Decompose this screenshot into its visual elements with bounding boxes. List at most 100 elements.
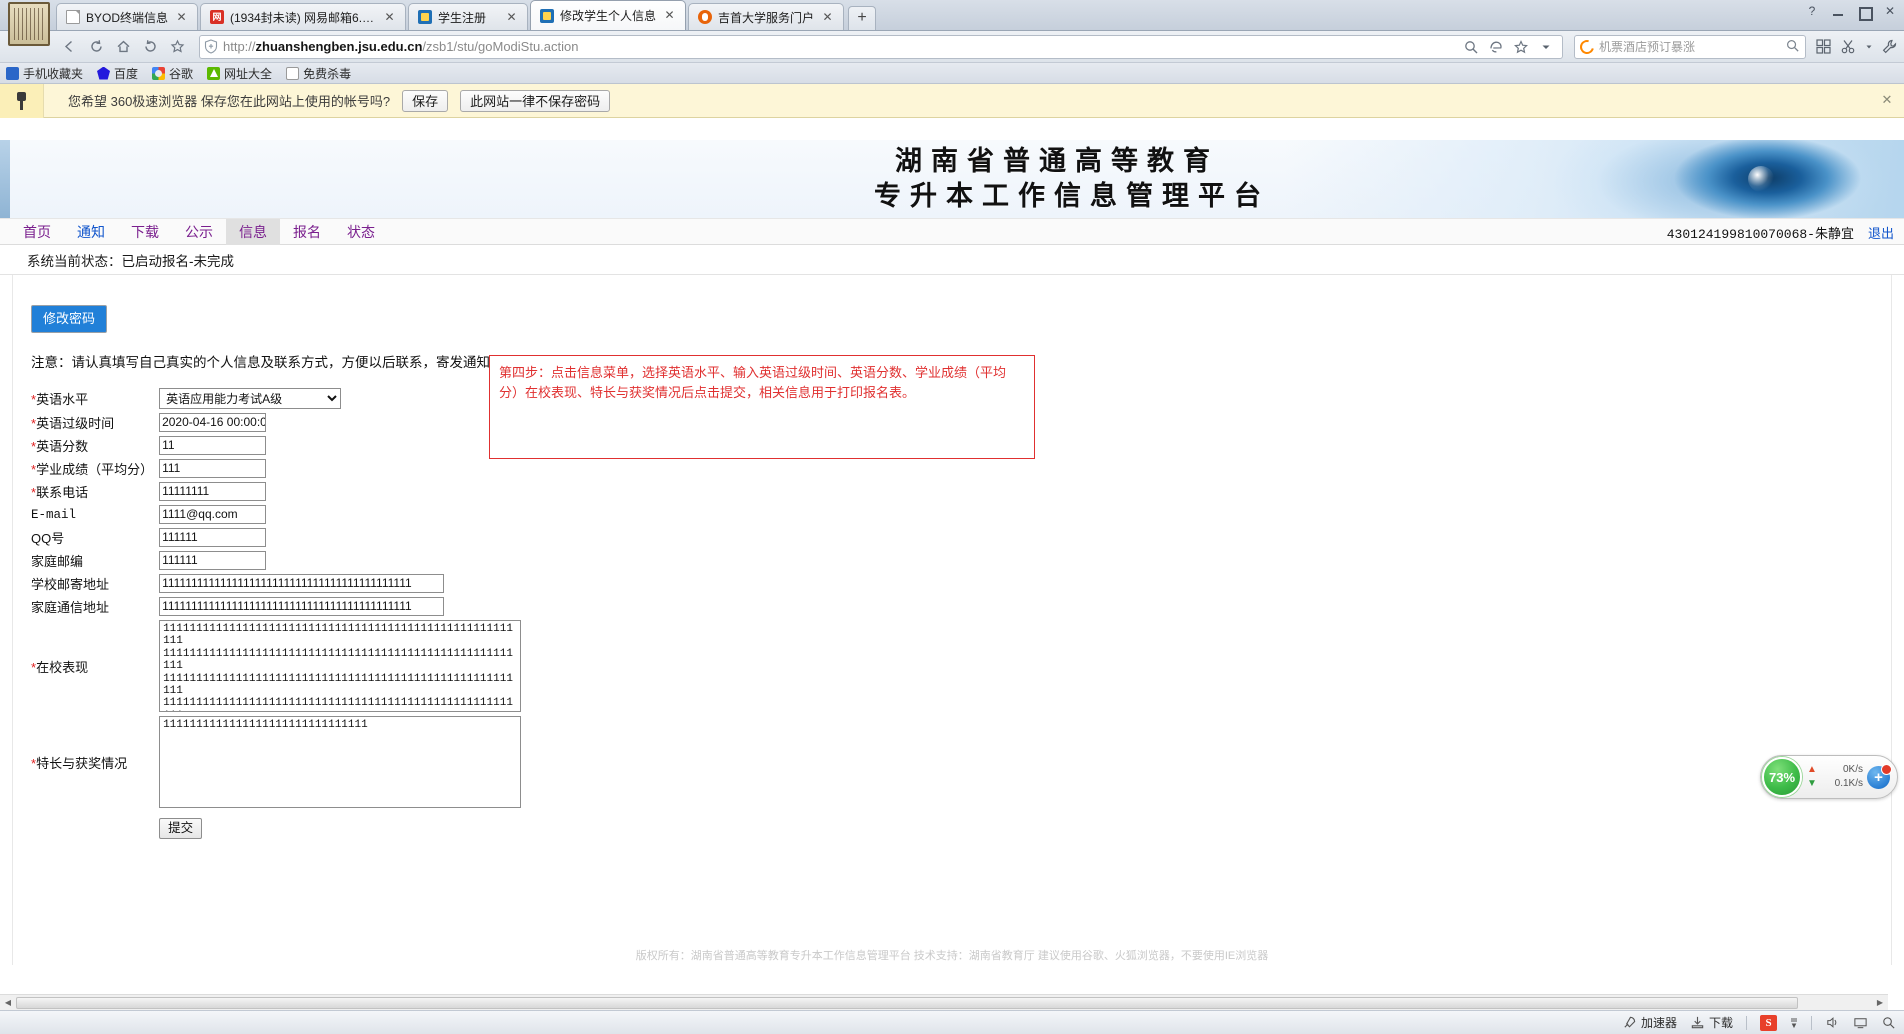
maximize-icon[interactable] <box>1856 4 1872 20</box>
label-academic-score: *学业成绩（平均分） <box>31 457 159 480</box>
modify-password-button[interactable]: 修改密码 <box>31 305 107 333</box>
school-address-input[interactable]: 1111111111111111111111111111111111111111… <box>159 574 444 593</box>
browser-tab-2[interactable]: 学生注册 ✕ <box>408 3 528 30</box>
nav-item-notice[interactable]: 通知 <box>64 219 118 245</box>
password-save-bar: 您希望 360极速浏览器 保存您在此网站上使用的帐号吗? 保存 此网站一律不保存… <box>0 84 1904 118</box>
browser-tab-4[interactable]: 吉首大学服务门户 ✕ <box>688 3 844 30</box>
taskbar-download[interactable]: 下载 <box>1690 1014 1733 1031</box>
banner-title-line1: 湖南省普通高等教育 <box>895 145 1219 180</box>
label-english-pass-time: *英语过级时间 <box>31 411 159 434</box>
scroll-right-icon[interactable]: ▶ <box>1872 998 1888 1007</box>
window-controls <box>1804 4 1898 20</box>
bookmark-phone-favorites[interactable]: 手机收藏夹 <box>6 65 83 82</box>
english-pass-time-input[interactable]: 2020-04-16 00:00:00.0 <box>159 413 266 432</box>
close-icon[interactable] <box>1882 4 1898 20</box>
nav-item-signup[interactable]: 报名 <box>280 219 334 245</box>
qq-input[interactable]: 111111 <box>159 528 266 547</box>
ime-icon[interactable]: S <box>1760 1015 1777 1031</box>
nav-item-info[interactable]: 信息 <box>226 219 280 245</box>
search-input[interactable]: 机票酒店预订暴涨 <box>1599 38 1780 55</box>
search-icon[interactable] <box>1881 1015 1896 1030</box>
minimize-icon[interactable] <box>1830 4 1846 20</box>
ie-compat-icon[interactable] <box>1488 39 1504 55</box>
label-qq: QQ号 <box>31 526 159 549</box>
taskbar-label: 下载 <box>1709 1014 1733 1031</box>
password-never-save-button[interactable]: 此网站一律不保存密码 <box>460 90 610 112</box>
ime-toolbar-icon[interactable] <box>1790 1015 1798 1030</box>
home-icon[interactable] <box>110 34 136 60</box>
history-icon[interactable] <box>137 34 163 60</box>
close-icon[interactable]: ✕ <box>1880 93 1894 107</box>
nav-item-home[interactable]: 首页 <box>10 219 64 245</box>
submit-button[interactable]: 提交 <box>159 818 202 839</box>
email-input[interactable]: 1111@qq.com <box>159 505 266 524</box>
favorite-star-icon[interactable] <box>1513 39 1529 55</box>
banner-eye-graphic <box>1284 140 1904 219</box>
speed-rates: ▲ 0K/s ▼ 0.1K/s <box>1802 763 1867 791</box>
form-row-english-pass-time: *英语过级时间 2020-04-16 00:00:00.0 <box>31 411 521 434</box>
label-school-address: 学校邮寄地址 <box>31 572 159 595</box>
form-row-english-level: *英语水平 英语应用能力考试A级 <box>31 386 521 411</box>
nav-item-publicity[interactable]: 公示 <box>172 219 226 245</box>
apps-grid-icon[interactable] <box>1815 38 1832 55</box>
memory-usage-indicator[interactable]: 73% <box>1762 757 1802 797</box>
browser-tab-0[interactable]: BYOD终端信息 ✕ <box>56 3 198 30</box>
bookmark-hao123[interactable]: 网址大全 <box>207 65 272 82</box>
english-score-input[interactable]: 11 <box>159 436 266 455</box>
tab-close-icon[interactable]: ✕ <box>504 10 519 25</box>
bookmark-label: 网址大全 <box>224 65 272 82</box>
home-address-input[interactable]: 1111111111111111111111111111111111111111… <box>159 597 444 616</box>
password-save-button[interactable]: 保存 <box>402 90 448 112</box>
help-icon[interactable] <box>1804 4 1820 20</box>
bookmark-google[interactable]: 谷歌 <box>152 65 193 82</box>
home-postcode-input[interactable]: 111111 <box>159 551 266 570</box>
bookmark-baidu[interactable]: 百度 <box>97 65 138 82</box>
network-speed-widget[interactable]: 73% ▲ 0K/s ▼ 0.1K/s + <box>1760 755 1898 799</box>
taskbar-accelerator[interactable]: 加速器 <box>1622 1014 1677 1031</box>
scissors-icon[interactable] <box>1840 38 1857 55</box>
form-row-submit: 提交 <box>31 810 521 841</box>
nav-item-status[interactable]: 状态 <box>334 219 388 245</box>
add-tool-button[interactable]: + <box>1867 766 1890 789</box>
new-tab-button[interactable]: + <box>848 6 876 30</box>
school-performance-textarea[interactable]: 1111111111111111111111111111111111111111… <box>159 620 521 712</box>
english-level-select[interactable]: 英语应用能力考试A级 <box>159 388 341 409</box>
form-row-english-score: *英语分数 11 <box>31 434 521 457</box>
tab-close-icon[interactable]: ✕ <box>820 10 835 25</box>
nav-item-download[interactable]: 下载 <box>118 219 172 245</box>
browser-tab-1[interactable]: 网 (1934封未读) 网易邮箱6.0版 ✕ <box>200 3 406 30</box>
scroll-thumb[interactable] <box>16 997 1798 1009</box>
wrench-icon[interactable] <box>1881 38 1898 55</box>
tab-label: (1934封未读) 网易邮箱6.0版 <box>230 9 376 26</box>
bookmark-antivirus[interactable]: 免费杀毒 <box>286 65 351 82</box>
back-icon[interactable] <box>56 34 82 60</box>
tab-close-icon[interactable]: ✕ <box>662 8 677 23</box>
volume-icon[interactable] <box>1825 1015 1840 1030</box>
phone-input[interactable]: 11111111 <box>159 482 266 501</box>
academic-score-input[interactable]: 111 <box>159 459 266 478</box>
address-bar[interactable]: http://zhuanshengben.jsu.edu.cn/zsb1/stu… <box>199 35 1563 59</box>
chevron-down-icon[interactable] <box>1538 39 1554 55</box>
bookmarks-bar: 手机收藏夹 百度 谷歌 网址大全 免费杀毒 <box>0 63 1904 84</box>
scroll-track[interactable] <box>16 995 1872 1011</box>
scroll-left-icon[interactable]: ◀ <box>0 998 16 1007</box>
browser-tab-3[interactable]: 修改学生个人信息 ✕ <box>530 0 686 30</box>
horizontal-scrollbar[interactable]: ◀ ▶ <box>0 994 1888 1010</box>
download-rate-value: 0.1K/s <box>1835 777 1867 791</box>
search-box[interactable]: 机票酒店预订暴涨 <box>1574 35 1806 59</box>
awards-textarea[interactable]: 1111111111111111111111111111111 <box>159 716 521 808</box>
search-icon[interactable] <box>1785 38 1800 56</box>
zoom-icon[interactable] <box>1463 39 1479 55</box>
network-icon[interactable] <box>1853 1015 1868 1030</box>
tab-close-icon[interactable]: ✕ <box>174 10 189 25</box>
bookmark-star-icon[interactable] <box>164 34 190 60</box>
dropdown-caret-icon[interactable] <box>1865 38 1873 55</box>
bookmark-label: 手机收藏夹 <box>23 65 83 82</box>
tab-label: 吉首大学服务门户 <box>718 9 814 26</box>
refresh-icon[interactable] <box>83 34 109 60</box>
tab-close-icon[interactable]: ✕ <box>382 10 397 25</box>
logout-link[interactable]: 退出 <box>1868 223 1894 242</box>
key-icon <box>0 84 44 118</box>
phone-bookmark-icon <box>6 67 19 80</box>
address-bar-icons <box>1463 39 1558 55</box>
